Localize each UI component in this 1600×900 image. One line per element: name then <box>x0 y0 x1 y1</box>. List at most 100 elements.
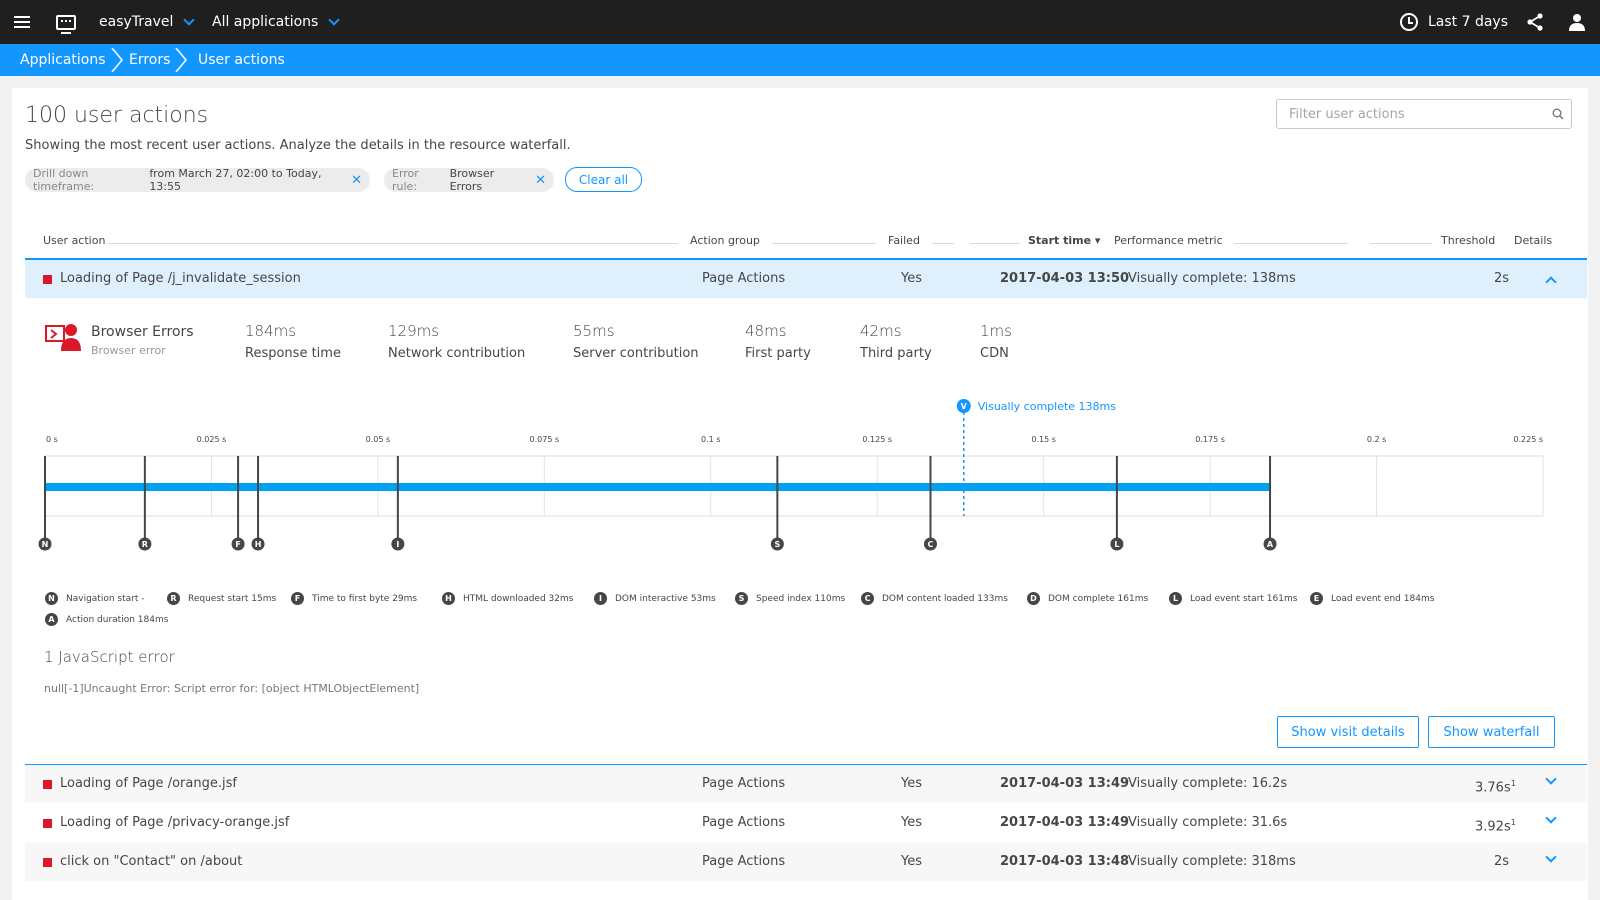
js-error-title: 1 JavaScript error <box>44 648 175 666</box>
header-details: Details <box>1514 234 1553 247</box>
timeframe-selector[interactable]: Last 7 days <box>1400 0 1508 44</box>
legend-item: L Load event start 161ms <box>1169 592 1297 605</box>
table-row[interactable]: Loading of Page /privacy-orange.jsf Page… <box>25 804 1587 842</box>
remove-chip-icon[interactable]: ✕ <box>351 173 362 188</box>
filter-box <box>1276 99 1572 129</box>
tick-label: 0 s <box>46 435 58 444</box>
menu-button[interactable] <box>14 0 30 44</box>
show-waterfall-button[interactable]: Show waterfall <box>1428 716 1555 748</box>
performance-metric: Visually complete: 31.6s <box>1128 815 1288 830</box>
remove-chip-icon[interactable]: ✕ <box>535 173 546 188</box>
action-group: Page Actions <box>702 854 786 869</box>
performance-metric: Visually complete: 318ms <box>1128 854 1296 869</box>
legend-badge: D <box>1027 592 1040 605</box>
user-action-name[interactable]: click on "Contact" on /about <box>60 843 242 881</box>
header-start-time[interactable]: Start time ▾ <box>1028 234 1100 247</box>
tick-label: 0.1 s <box>701 435 720 444</box>
user-action-name[interactable]: Loading of Page /orange.jsf <box>60 765 237 803</box>
threshold: 3.76s1 <box>1475 779 1516 796</box>
header-failed[interactable]: Failed <box>888 234 920 247</box>
legend-badge: N <box>45 592 58 605</box>
legend-label: Load event end 184ms <box>1331 593 1435 604</box>
show-visit-details-button[interactable]: Show visit details <box>1277 716 1419 748</box>
breadcrumb-errors[interactable]: Errors <box>129 44 170 76</box>
share-icon <box>1527 13 1543 31</box>
start-time: 2017-04-03 13:48 <box>1000 854 1130 869</box>
filter-input[interactable] <box>1276 99 1572 129</box>
marker-letter: L <box>1114 540 1119 549</box>
header-performance-metric[interactable]: Performance metric <box>1114 234 1223 247</box>
action-group: Page Actions <box>702 776 786 791</box>
marker-letter: C <box>928 540 934 549</box>
tick-label: 0.2 s <box>1367 435 1386 444</box>
chevron-down-icon[interactable] <box>1545 812 1557 824</box>
breadcrumb-applications[interactable]: Applications <box>20 44 106 76</box>
visually-complete-label: Visually complete 138ms <box>978 400 1116 413</box>
marker-letter: A <box>1267 540 1274 549</box>
legend-badge: A <box>45 613 58 626</box>
chevron-down-icon <box>183 14 196 26</box>
action-group: Page Actions <box>702 271 786 286</box>
legend-badge: I <box>594 592 607 605</box>
breadcrumb-user-actions[interactable]: User actions <box>198 44 285 76</box>
page-subtitle: Showing the most recent user actions. An… <box>25 138 571 153</box>
legend-label: Navigation start - <box>66 593 145 604</box>
failed-value: Yes <box>901 854 922 869</box>
tick-label: 0.075 s <box>530 435 560 444</box>
legend-item: A Action duration 184ms <box>45 613 168 626</box>
header-threshold[interactable]: Threshold <box>1441 234 1495 247</box>
legend-label: Action duration 184ms <box>66 614 169 625</box>
chevron-down-icon[interactable] <box>1545 773 1557 785</box>
legend-label: DOM interactive 53ms <box>615 593 716 604</box>
share-button[interactable] <box>1526 0 1544 44</box>
error-status-icon <box>43 780 52 789</box>
action-duration-bar <box>45 483 1271 491</box>
timeframe-label: Last 7 days <box>1428 14 1509 30</box>
failed-value: Yes <box>901 776 922 791</box>
chevron-down-icon[interactable] <box>1545 851 1557 863</box>
chip-timeframe: Drill down timeframe: from March 27, 02:0… <box>25 167 370 193</box>
visually-complete-letter: V <box>961 402 968 411</box>
metric-response-time: 184ms Response time <box>245 322 341 361</box>
header-action-group[interactable]: Action group <box>690 234 760 247</box>
header-user-action[interactable]: User action <box>43 234 105 247</box>
user-button[interactable] <box>1569 0 1585 44</box>
table-row[interactable]: Loading of Page /orange.jsf Page Actions… <box>25 765 1587 803</box>
monitor-icon[interactable] <box>56 0 76 44</box>
legend-item: H HTML downloaded 32ms <box>442 592 573 605</box>
marker-letter: N <box>42 540 49 549</box>
error-status-icon <box>43 858 52 867</box>
legend-label: Time to first byte 29ms <box>312 593 418 604</box>
chevron-up-icon[interactable] <box>1545 276 1557 288</box>
user-action-name[interactable]: Loading of Page /privacy-orange.jsf <box>60 804 289 842</box>
threshold: 3.92s1 <box>1475 818 1516 835</box>
legend-badge: S <box>735 592 748 605</box>
marker-letter: F <box>235 540 240 549</box>
clear-all-button[interactable]: Clear all <box>565 167 642 192</box>
metric-third-party: 42ms Third party <box>860 322 932 361</box>
hamburger-icon <box>14 16 30 28</box>
breadcrumb: Applications Errors User actions <box>0 44 1600 76</box>
scope-selector[interactable]: All applications <box>212 0 340 44</box>
chip-error-rule: Error rule: Browser Errors ✕ <box>384 167 554 193</box>
legend-item: F Time to first byte 29ms <box>291 592 417 605</box>
tick-label: 0.125 s <box>862 435 892 444</box>
legend-label: DOM complete 161ms <box>1048 593 1149 604</box>
legend-badge: L <box>1169 592 1182 605</box>
table-row[interactable]: Loading of Page /j_invalidate_session Pa… <box>25 260 1587 298</box>
metric-first-party: 48ms First party <box>745 322 811 361</box>
user-action-name[interactable]: Loading of Page /j_invalidate_session <box>60 260 301 298</box>
metric-cdn: 1ms CDN <box>980 322 1012 361</box>
legend-item: R Request start 15ms <box>167 592 276 605</box>
error-title: Browser Errors <box>91 324 194 340</box>
legend-label: Speed index 110ms <box>756 593 846 604</box>
table-row[interactable]: click on "Contact" on /about Page Action… <box>25 843 1587 881</box>
performance-metric: Visually complete: 16.2s <box>1128 776 1288 791</box>
legend-item: D DOM complete 161ms <box>1027 592 1148 605</box>
app-selector[interactable]: easyTravel <box>99 0 196 44</box>
legend-item: E Load event end 184ms <box>1310 592 1434 605</box>
tick-label: 0.225 s <box>1513 435 1543 444</box>
search-icon[interactable] <box>1552 108 1564 120</box>
legend-label: DOM content loaded 133ms <box>882 593 1008 604</box>
legend-badge: C <box>861 592 874 605</box>
